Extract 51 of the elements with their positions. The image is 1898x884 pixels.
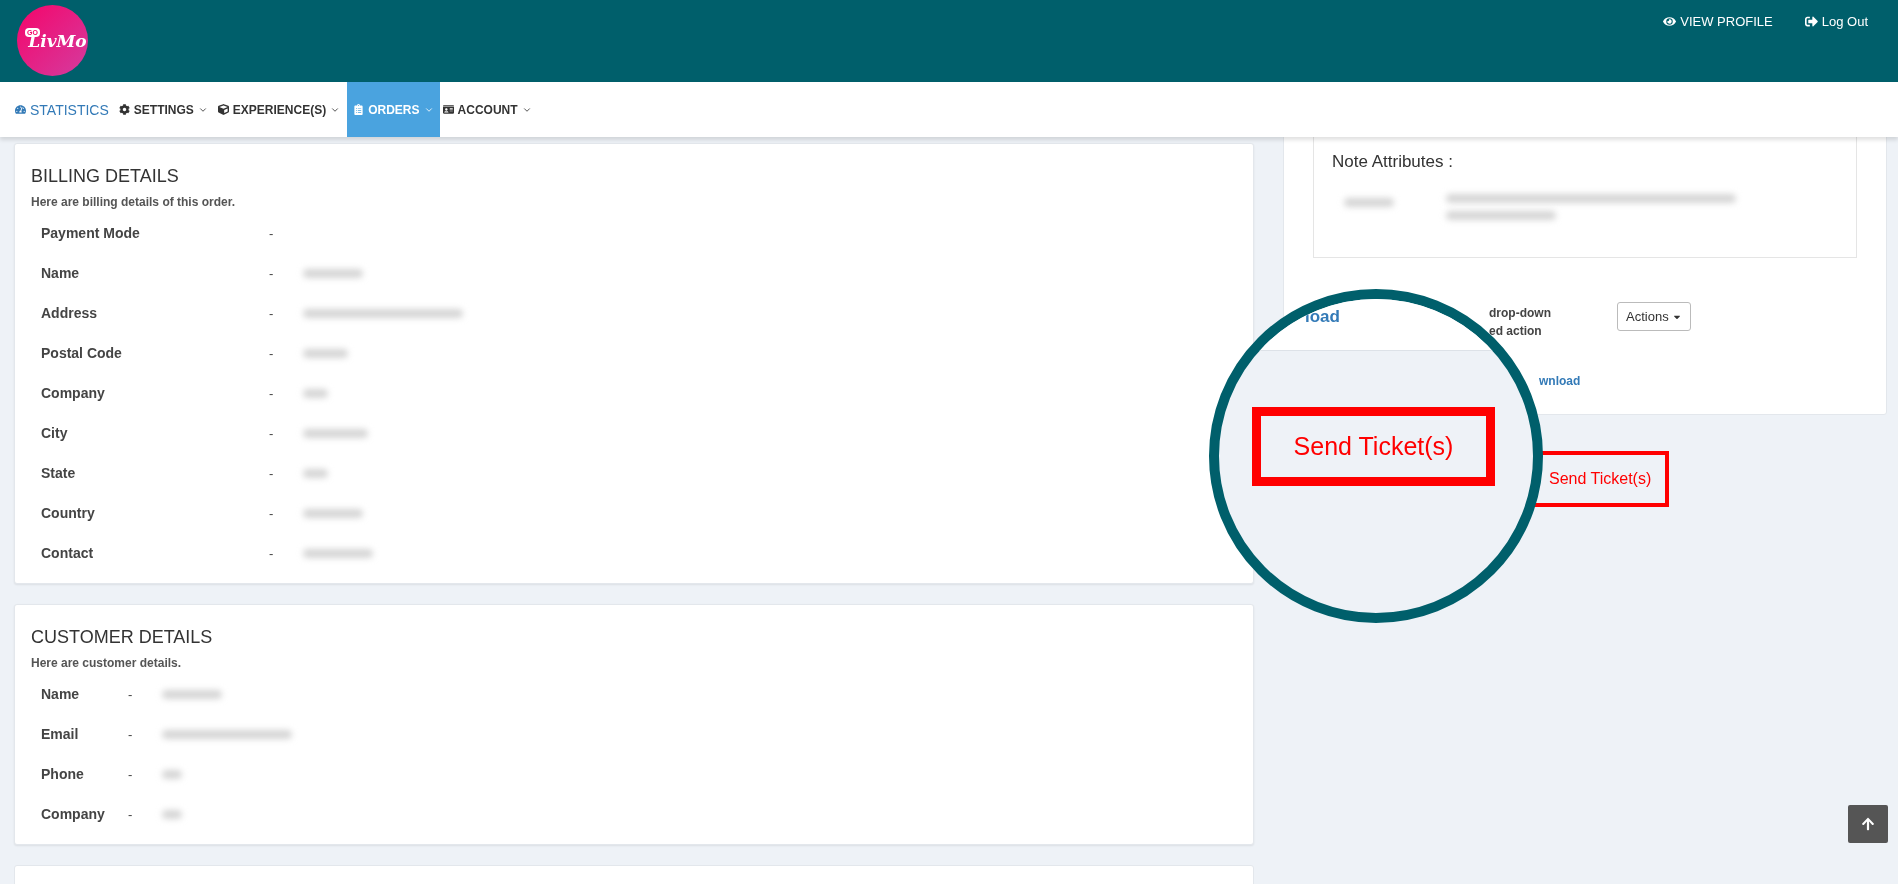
separator: - [269,305,275,321]
eye-icon [1663,15,1677,28]
instruction-text: drop-down [1489,306,1552,320]
separator: - [128,766,134,782]
separator: - [269,385,275,401]
field-label: Contact [41,545,95,561]
separator: - [269,265,275,281]
nav-tab[interactable]: STATISTICS [12,82,116,137]
logout-icon [1804,15,1818,28]
field-label: Name [41,686,81,702]
field-label: State [41,465,77,481]
profile-link[interactable]: VIEW PROFILE [1663,14,1773,29]
field-label: Name [41,265,81,281]
field-label: Address [41,305,99,321]
nav-tab[interactable]: SETTINGS [115,82,215,137]
card-title: BILLING DETAILS [31,166,180,187]
separator: - [269,505,275,521]
send-ticket-button[interactable]: Send Ticket(s) [1252,407,1495,486]
logout-link[interactable]: Log Out [1804,14,1868,29]
separator: - [269,345,275,361]
note-title: Note Attributes : [1332,152,1454,172]
nav-tab[interactable]: ACCOUNT [439,82,539,137]
redacted-value [1344,198,1394,207]
arrow-up-icon [1861,817,1875,831]
card-subtitle: Here are customer details. [31,656,183,670]
nav-icon [15,104,26,115]
separator: - [128,686,134,702]
card-title: CUSTOMER DETAILS [31,627,214,648]
field-label: Payment Mode [41,225,141,241]
separator: - [128,806,134,822]
nav-icon [442,104,454,115]
separator: - [269,545,275,561]
separator: - [269,225,275,241]
field-label: Company [41,385,106,401]
separator: - [269,425,275,441]
separator: - [128,726,134,742]
nav-icon [118,104,130,115]
separator: - [269,465,275,481]
field-label: Phone [41,766,85,782]
field-label: Postal Code [41,345,123,361]
nav-icon [353,104,365,115]
nav-tab[interactable]: EXPERIENCE(S) [214,82,348,137]
card-subtitle: Here are billing details of this order. [31,195,237,209]
field-label: Company [41,806,106,822]
actions-button[interactable]: Actions [1617,302,1691,331]
nav-icon [217,104,229,115]
field-label: Email [41,726,80,742]
instruction-text: ed action [1489,324,1543,338]
field-label: City [41,425,69,441]
field-label: Country [41,505,96,521]
scroll-top-button[interactable] [1848,805,1888,843]
